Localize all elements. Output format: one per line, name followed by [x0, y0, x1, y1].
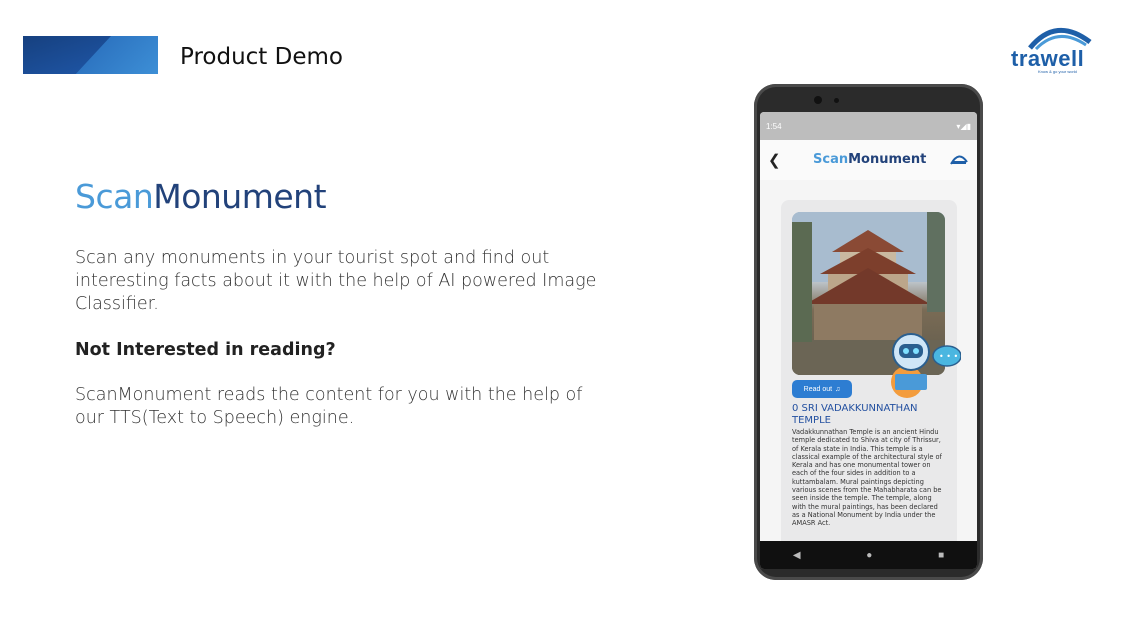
- monument-description: Vadakkunnathan Temple is an ancient Hind…: [792, 428, 942, 528]
- robot-mascot-icon: • • •: [891, 333, 961, 398]
- feature-tts-description: ScanMonument reads the content for you w…: [75, 385, 583, 428]
- feature-subheading: Not Interested in reading?: [75, 340, 336, 360]
- speaker-icon: ♫: [835, 385, 841, 393]
- status-icons: ▾◢▮: [956, 121, 971, 131]
- feature-title-part1: Scan: [75, 177, 154, 216]
- sensor-icon: [834, 98, 839, 103]
- monument-name: 0 SRI VADAKKUNNATHAN TEMPLE: [792, 403, 918, 426]
- app-title-part2: Monument: [848, 152, 927, 167]
- app-logo-icon: [950, 155, 968, 165]
- read-out-button[interactable]: Read out ♫: [792, 380, 852, 398]
- back-triangle-icon[interactable]: ◀: [793, 550, 801, 561]
- app-title-part1: Scan: [813, 152, 849, 167]
- page-title: Product Demo: [180, 44, 343, 70]
- feature-description: Scan any monuments in your tourist spot …: [75, 248, 597, 314]
- read-out-label: Read out: [803, 385, 833, 393]
- android-nav-bar: ◀ ● ■: [760, 541, 977, 569]
- header-accent-bar: [23, 36, 158, 74]
- monument-card: • • • Read out ♫ 0 SRI VADAKKUNNATHAN TE…: [781, 200, 961, 553]
- status-time: 1:54: [766, 121, 782, 131]
- logo-tagline: Know & go your world: [1038, 69, 1077, 74]
- recents-square-icon[interactable]: ■: [938, 550, 944, 561]
- status-bar: 1:54 ▾◢▮: [760, 112, 977, 140]
- phone-mockup: 1:54 ▾◢▮ ❮ ScanMonument • • • Read out ♫…: [754, 84, 983, 580]
- back-arrow-icon[interactable]: ❮: [768, 151, 781, 169]
- camera-icon: [814, 96, 822, 104]
- phone-screen: 1:54 ▾◢▮ ❮ ScanMonument • • • Read out ♫…: [760, 112, 977, 569]
- feature-title-part2: Monument: [153, 177, 327, 216]
- home-circle-icon[interactable]: ●: [866, 550, 872, 561]
- feature-title: ScanMonument: [75, 177, 327, 216]
- app-bar: ❮ ScanMonument: [760, 140, 977, 180]
- app-title: ScanMonument: [813, 152, 926, 167]
- svg-text:• • •: • • •: [939, 352, 958, 361]
- trawell-logo: trawell Know & go your world: [1008, 22, 1098, 76]
